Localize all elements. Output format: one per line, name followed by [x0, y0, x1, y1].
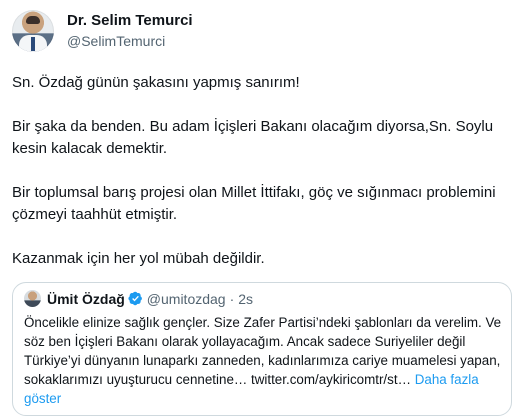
quoted-author-avatar[interactable]: [24, 290, 41, 308]
tweet-header: Dr. Selim Temurci @SelimTemurci: [12, 10, 512, 54]
tweet-paragraph: Sn. Özdağ günün şakasını yapmış sanırım!: [12, 74, 300, 91]
quoted-timestamp[interactable]: 2s: [238, 291, 253, 307]
tweet-paragraph: Bir toplumsal barış projesi olan Millet …: [12, 184, 500, 223]
tweet-paragraph: Kazanmak için her yol mübah değildir.: [12, 250, 265, 267]
quoted-tweet-card[interactable]: Ümit Özdağ @umitozdag · 2s Öncelikle eliniz…: [12, 282, 512, 416]
quoted-tweet-header: Ümit Özdağ @umitozdag · 2s: [24, 290, 253, 308]
tweet-paragraph: Bir şaka da benden. Bu adam İçişleri Bak…: [12, 118, 498, 157]
author-name[interactable]: Dr. Selim Temurci: [67, 12, 193, 30]
verified-badge-icon: [128, 292, 142, 306]
author-handle[interactable]: @SelimTemurci: [67, 32, 165, 50]
quoted-author-name[interactable]: Ümit Özdağ: [47, 291, 125, 307]
author-avatar[interactable]: [12, 10, 54, 52]
tweet-text: Sn. Özdağ günün şakasını yapmış sanırım!…: [12, 72, 518, 292]
separator-dot: ·: [229, 290, 235, 307]
quoted-tweet-text: Öncelikle elinize sağlık gençler. Size Z…: [24, 313, 512, 408]
quoted-author-handle[interactable]: @umitozdag: [147, 291, 226, 307]
